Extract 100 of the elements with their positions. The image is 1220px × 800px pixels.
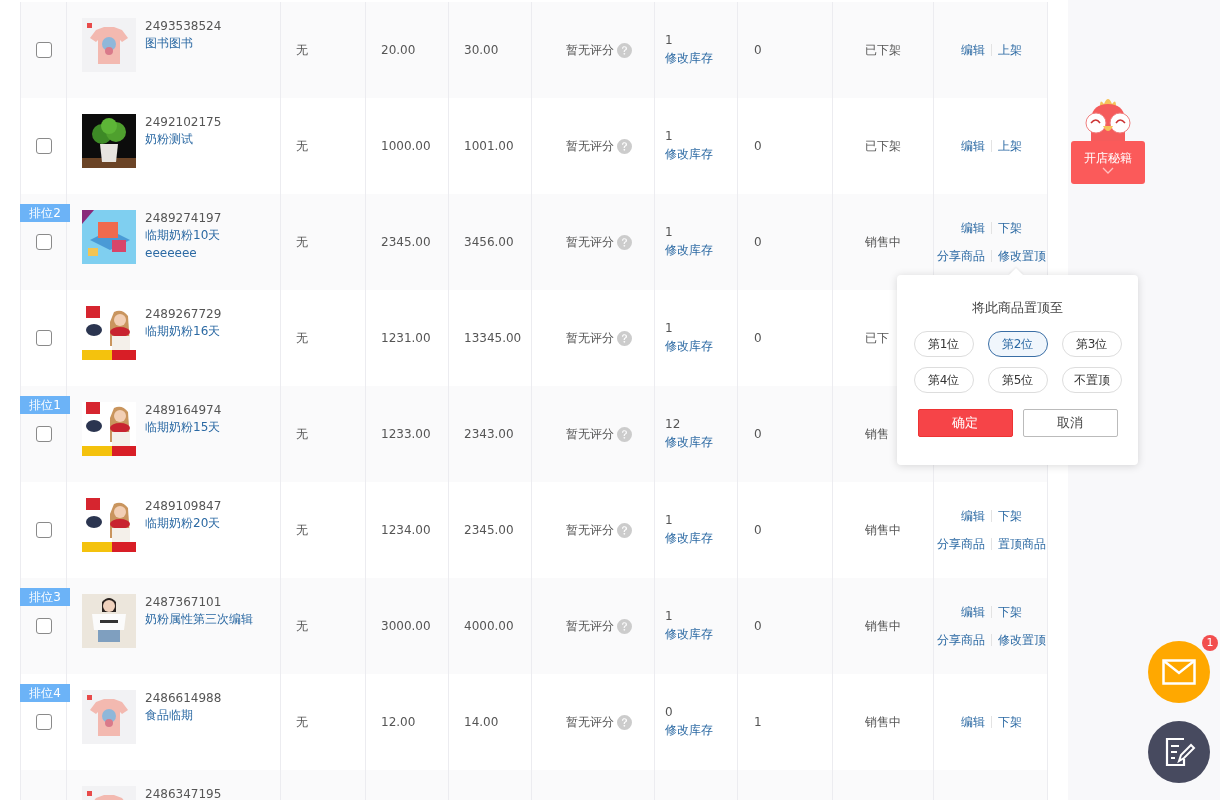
- edit-stock-link[interactable]: 修改库存: [665, 146, 713, 163]
- status-text: 已下架: [865, 137, 901, 155]
- table-cell: 4000.00: [464, 619, 514, 633]
- position-option[interactable]: 第2位: [987, 331, 1048, 357]
- table-cell: 1231.00: [381, 331, 431, 345]
- action-link[interactable]: 编辑: [960, 41, 985, 59]
- product-id: 2489109847: [145, 499, 223, 513]
- rank-badge: 排位2: [20, 204, 70, 222]
- stock-count: 1: [665, 513, 674, 527]
- product-id: 2492102175: [145, 115, 223, 129]
- table-cell: 1000.00: [381, 139, 431, 153]
- edit-stock-link[interactable]: 修改库存: [665, 434, 713, 451]
- action-link[interactable]: 分享商品: [936, 631, 985, 649]
- product-id: 2486347195: [145, 787, 223, 800]
- position-option[interactable]: 第4位: [913, 367, 974, 393]
- action-link[interactable]: 编辑: [960, 219, 985, 237]
- product-name-link[interactable]: 奶粉测试: [145, 130, 265, 148]
- status-text: 销售中: [865, 713, 901, 731]
- product-id: 2486614988: [145, 691, 223, 705]
- action-link[interactable]: 下架: [997, 713, 1022, 731]
- rank-badge: 排位4: [20, 684, 70, 702]
- rating-text: 暂无评分: [566, 233, 614, 251]
- table-cell: 0: [754, 619, 762, 633]
- table-cell: 14.00: [464, 715, 499, 729]
- status-text: 销售中: [865, 617, 901, 635]
- status-text: 销售中: [865, 233, 901, 251]
- table-cell: 13345.00: [464, 331, 522, 345]
- table-cell: 0: [754, 331, 762, 345]
- stock-count: 12: [665, 417, 682, 431]
- edit-stock-link[interactable]: 修改库存: [665, 338, 713, 355]
- rating-text: 暂无评分: [566, 329, 614, 347]
- stock-count: 1: [665, 33, 674, 47]
- table-cell: 无: [296, 137, 308, 155]
- action-link[interactable]: 编辑: [960, 507, 985, 525]
- table-cell: 无: [296, 233, 308, 251]
- cancel-button[interactable]: 取消: [1022, 409, 1118, 437]
- rank-badge: 排位3: [20, 588, 70, 606]
- table-cell: 1001.00: [464, 139, 514, 153]
- product-id: 2487367101: [145, 595, 223, 609]
- product-name-link[interactable]: 临期奶粉20天: [145, 514, 265, 532]
- status-text: 销售中: [865, 521, 901, 539]
- position-option[interactable]: 不置顶: [1061, 367, 1122, 393]
- status-text: 已下: [865, 329, 889, 347]
- table-cell: 无: [296, 617, 308, 635]
- table-cell: 0: [754, 523, 762, 537]
- action-link[interactable]: 上架: [997, 137, 1022, 155]
- table-cell: 无: [296, 425, 308, 443]
- edit-stock-link[interactable]: 修改库存: [665, 626, 713, 643]
- table-cell: 2343.00: [464, 427, 514, 441]
- popover-title: 将此商品置顶至: [972, 299, 1063, 317]
- table-cell: 0: [754, 139, 762, 153]
- rating-text: 暂无评分: [566, 425, 614, 443]
- position-option[interactable]: 第5位: [987, 367, 1048, 393]
- table-cell: 无: [296, 329, 308, 347]
- edit-stock-link[interactable]: 修改库存: [665, 50, 713, 67]
- table-cell: 20.00: [381, 43, 416, 57]
- stock-count: 0: [665, 705, 674, 719]
- confirm-button[interactable]: 确定: [917, 409, 1013, 437]
- action-link[interactable]: 下架: [997, 603, 1022, 621]
- product-id: 2493538524: [145, 19, 223, 33]
- product-name-link[interactable]: 临期奶粉10天 eeeeeee: [145, 226, 265, 262]
- product-id: 2489164974: [145, 403, 223, 417]
- action-link[interactable]: 分享商品: [936, 247, 985, 265]
- action-link[interactable]: 修改置顶: [997, 631, 1046, 649]
- rating-text: 暂无评分: [566, 617, 614, 635]
- rating-text: 暂无评分: [566, 521, 614, 539]
- table-cell: 2345.00: [381, 235, 431, 249]
- position-option[interactable]: 第1位: [913, 331, 974, 357]
- table-cell: 12.00: [381, 715, 416, 729]
- action-link[interactable]: 置顶商品: [997, 535, 1046, 553]
- product-name-link[interactable]: 图书图书: [145, 34, 265, 52]
- stock-count: 1: [665, 129, 674, 143]
- rating-text: 暂无评分: [566, 713, 614, 731]
- status-text: 已下架: [865, 41, 901, 59]
- stock-count: 1: [665, 609, 674, 623]
- table-cell: 1: [754, 715, 762, 729]
- action-link[interactable]: 编辑: [960, 137, 985, 155]
- stock-count: 1: [665, 321, 674, 335]
- table-cell: 1233.00: [381, 427, 431, 441]
- action-link[interactable]: 下架: [997, 219, 1022, 237]
- table-cell: 0: [754, 235, 762, 249]
- action-link[interactable]: 上架: [997, 41, 1022, 59]
- table-cell: 1234.00: [381, 523, 431, 537]
- action-link[interactable]: 编辑: [960, 713, 985, 731]
- action-link[interactable]: 编辑: [960, 603, 985, 621]
- position-option[interactable]: 第3位: [1061, 331, 1122, 357]
- action-link[interactable]: 下架: [997, 507, 1022, 525]
- rating-text: 暂无评分: [566, 41, 614, 59]
- product-name-link[interactable]: 临期奶粉15天: [145, 418, 265, 436]
- table-cell: 无: [296, 521, 308, 539]
- table-cell: 2345.00: [464, 523, 514, 537]
- action-link[interactable]: 修改置顶: [997, 247, 1046, 265]
- edit-stock-link[interactable]: 修改库存: [665, 530, 713, 547]
- product-name-link[interactable]: 奶粉属性第三次编辑: [145, 610, 265, 628]
- edit-stock-link[interactable]: 修改库存: [665, 242, 713, 259]
- edit-stock-link[interactable]: 修改库存: [665, 722, 713, 739]
- action-link[interactable]: 分享商品: [936, 535, 985, 553]
- rating-text: 暂无评分: [566, 137, 614, 155]
- product-name-link[interactable]: 临期奶粉16天: [145, 322, 265, 340]
- product-name-link[interactable]: 食品临期: [145, 706, 265, 724]
